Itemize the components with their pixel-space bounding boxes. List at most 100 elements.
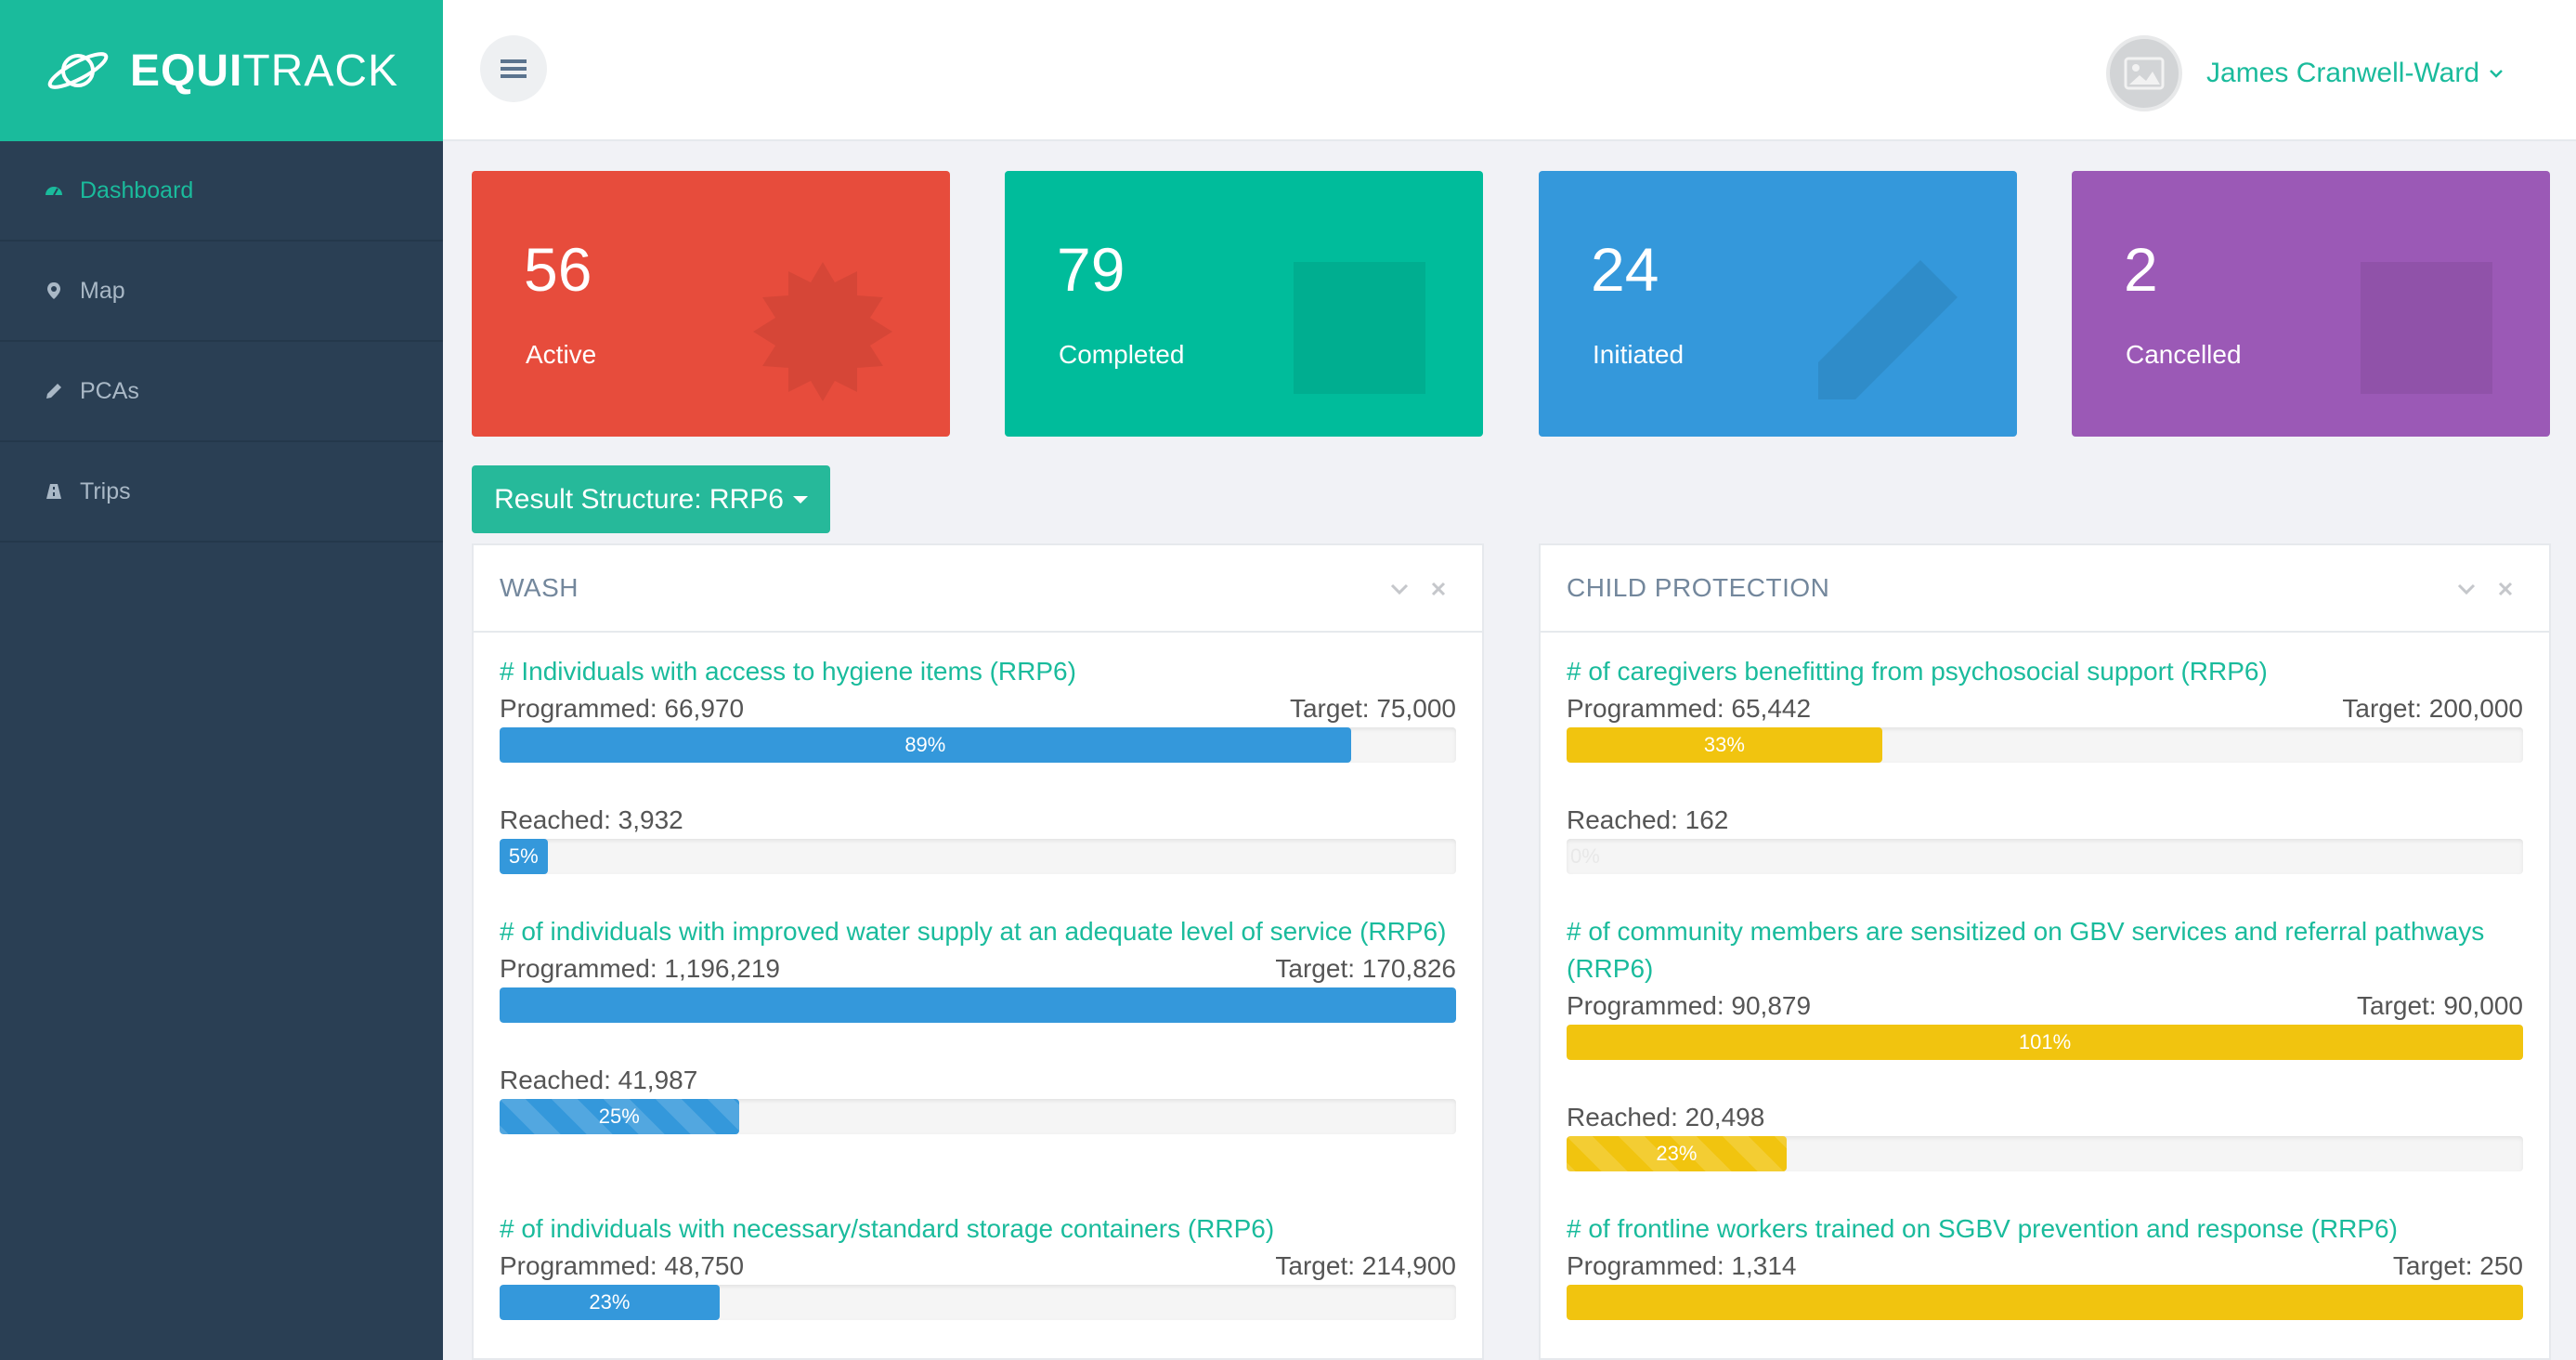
panel-header: WASH [474,545,1482,633]
panel-tools [1389,579,1449,599]
programmed-row: Programmed: 66,970 Target: 75,000 [500,690,1456,727]
square-icon [2361,262,2492,394]
progress-fill: 23% [500,1285,720,1320]
sidebar-item-map[interactable]: Map [0,242,443,342]
programmed-progress-bar: 33% [1567,727,2523,763]
result-structure-dropdown[interactable]: Result Structure: RRP6 [472,465,830,533]
check-square-icon [1294,262,1425,394]
planet-icon [47,52,109,89]
stat-label: Cancelled [2126,340,2242,369]
close-icon[interactable] [2495,579,2516,599]
indicator-link[interactable]: # of frontline workers trained on SGBV p… [1567,1210,2523,1248]
progress-fill: 23% [1567,1136,1787,1171]
menu-toggle-button[interactable] [480,35,547,102]
stat-tile-cancelled[interactable]: 2 Cancelled [2072,171,2550,437]
reached-value: Reached: 20,498 [1567,1103,1765,1131]
result-structure-label: Result Structure: RRP6 [494,483,784,515]
chevron-down-icon[interactable] [1389,579,1410,599]
certificate-icon [753,262,892,401]
avatar [2106,35,2183,111]
target-value: Target: 90,000 [2356,991,2523,1020]
progress-label: 0% [1570,844,1600,868]
programmed-value: Programmed: 48,750 [500,1251,745,1280]
programmed-row: Programmed: 65,442 Target: 200,000 [1567,690,2523,727]
target-value: Target: 75,000 [1289,694,1456,723]
target-value: Target: 170,826 [1275,954,1456,983]
close-icon[interactable] [1428,579,1449,599]
panel-title: CHILD PROTECTION [1567,573,1830,602]
target-value: Target: 214,900 [1275,1251,1456,1280]
programmed-progress-bar [500,987,1456,1023]
reached-value: Reached: 162 [1567,805,1729,834]
chevron-down-icon[interactable] [2456,579,2477,599]
sidebar: EQUITRACK Dashboard Map PCAs Trips [0,0,443,1360]
programmed-progress-bar: 89% [500,727,1456,763]
pencil-icon [1818,260,1958,399]
sidebar-item-trips[interactable]: Trips [0,442,443,543]
indicator-block: # of caregivers benefitting from psychos… [1567,653,2523,874]
programmed-row: Programmed: 48,750 Target: 214,900 [500,1248,1456,1285]
sidebar-item-label: Map [80,277,125,304]
progress-fill [1567,1285,2523,1320]
sidebar-item-label: Trips [80,477,131,504]
map-marker-icon [43,280,65,302]
pencil-icon [43,380,65,402]
reached-progress-bar: 5% [500,839,1456,874]
image-placeholder-icon [2124,57,2165,90]
indicator-block: # Individuals with access to hygiene ite… [500,653,1456,874]
panel-child-protection: CHILD PROTECTION # of caregivers benefit… [1539,543,2551,1360]
reached-progress-bar: 23% [1567,1136,2523,1171]
stat-value: 79 [1057,235,1125,304]
reached-value: Reached: 3,932 [500,805,683,834]
indicator-block: # of community members are sensitized on… [1567,913,2523,1171]
stat-value: 56 [524,235,592,304]
sidebar-item-dashboard[interactable]: Dashboard [0,141,443,242]
reached-progress-bar: 25% [500,1099,1456,1134]
programmed-row: Programmed: 1,314 Target: 250 [1567,1248,2523,1285]
progress-fill [500,987,1456,1023]
caret-down-icon [792,495,808,503]
sidebar-item-pcas[interactable]: PCAs [0,342,443,442]
sidebar-item-label: Dashboard [80,177,194,203]
programmed-value: Programmed: 66,970 [500,694,745,723]
brand-name: EQUITRACK [130,46,399,96]
user-name[interactable]: James Cranwell-Ward [2206,58,2479,89]
programmed-progress-bar [1567,1285,2523,1320]
indicator-link[interactable]: # of individuals with improved water sup… [500,913,1456,950]
panel-tools [2456,579,2516,599]
progress-fill: 5% [500,839,548,874]
stat-value: 24 [1591,235,1659,304]
indicator-link[interactable]: # of community members are sensitized on… [1567,913,2523,987]
indicator-block: # of frontline workers trained on SGBV p… [1567,1210,2523,1320]
progress-fill: 25% [500,1099,739,1134]
panel-wash: WASH # Individuals with access to hygien… [472,543,1484,1360]
target-value: Target: 250 [2392,1251,2523,1280]
stat-tile-initiated[interactable]: 24 Initiated [1539,171,2017,437]
programmed-progress-bar: 101% [1567,1025,2523,1060]
sidebar-item-label: PCAs [80,377,139,404]
programmed-row: Programmed: 90,879 Target: 90,000 [1567,987,2523,1025]
reached-progress-bar: 0% [1567,839,2523,874]
panel-title: WASH [500,573,579,602]
reached-row: Reached: 162 [1567,802,2523,839]
stat-label: Active [526,340,597,369]
top-bar: James Cranwell-Ward [443,0,2576,141]
stat-tile-completed[interactable]: 79 Completed [1005,171,1483,437]
programmed-value: Programmed: 1,314 [1567,1251,1797,1280]
indicator-link[interactable]: # of caregivers benefitting from psychos… [1567,653,2523,690]
programmed-progress-bar: 23% [500,1285,1456,1320]
stat-tile-active[interactable]: 56 Active [472,171,950,437]
reached-row: Reached: 3,932 [500,802,1456,839]
programmed-row: Programmed: 1,196,219 Target: 170,826 [500,950,1456,987]
user-menu[interactable]: James Cranwell-Ward [2106,35,2504,111]
progress-fill: 89% [500,727,1351,763]
progress-fill: 33% [1567,727,1882,763]
programmed-value: Programmed: 90,879 [1567,991,1812,1020]
indicator-link[interactable]: # of individuals with necessary/standard… [500,1210,1456,1248]
indicator-block: # of individuals with improved water sup… [500,913,1456,1134]
stat-value: 2 [2124,235,2158,304]
progress-fill: 101% [1567,1025,2523,1060]
panel-header: CHILD PROTECTION [1541,545,2549,633]
indicator-link[interactable]: # Individuals with access to hygiene ite… [500,653,1456,690]
brand-logo[interactable]: EQUITRACK [0,0,443,141]
